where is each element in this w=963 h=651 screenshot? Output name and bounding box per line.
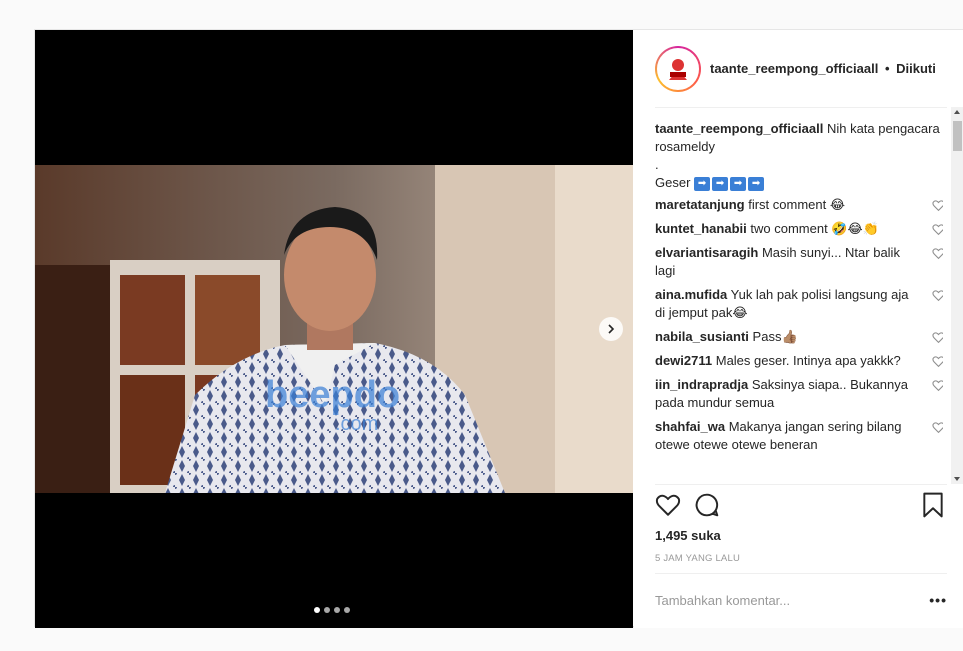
carousel-indicator — [314, 607, 350, 613]
header-separator: • — [884, 61, 890, 76]
comment-username[interactable]: iin_indrapradja — [655, 377, 748, 392]
comment-button[interactable] — [694, 492, 720, 523]
carousel-dot — [334, 607, 340, 613]
heart-icon — [932, 224, 943, 236]
like-comment-button[interactable] — [932, 331, 943, 349]
heart-icon — [932, 422, 943, 434]
comment-item: shahfai_wa Makanya jangan sering bilang … — [655, 418, 943, 454]
chevron-right-icon — [608, 324, 615, 334]
add-comment-area: Tambahkan komentar... ••• — [655, 585, 947, 615]
heart-icon — [932, 290, 943, 302]
like-comment-button[interactable] — [932, 289, 943, 307]
post-sidebar: taante_reempong_officiaall • Diikuti taa… — [634, 30, 963, 628]
like-comment-button[interactable] — [932, 379, 943, 397]
arrow-right-emoji-icon: ➡ — [730, 176, 747, 191]
post-container: beepdo .com taante_reempong_officiaall •… — [34, 29, 963, 628]
comment-username[interactable]: maretatanjung — [655, 197, 745, 212]
comment-username[interactable]: aina.mufida — [655, 287, 727, 302]
comment-input-divider — [655, 573, 947, 574]
comment-text: two comment 🤣😂👏 — [750, 221, 879, 236]
comment-item: aina.mufida Yuk lah pak polisi langsung … — [655, 286, 943, 322]
heart-icon — [932, 332, 943, 344]
header-divider — [655, 107, 947, 108]
comment-icon — [695, 493, 719, 517]
add-comment-input[interactable]: Tambahkan komentar... — [655, 593, 790, 608]
post-header: taante_reempong_officiaall • Diikuti — [634, 30, 963, 107]
video-still: beepdo .com — [35, 165, 633, 493]
heart-icon — [932, 200, 943, 212]
header-text: taante_reempong_officiaall • Diikuti — [710, 61, 936, 76]
next-slide-button[interactable] — [599, 317, 623, 341]
heart-icon — [932, 356, 943, 368]
comment-text: Males geser. Intinya apa yakkk? — [715, 353, 901, 368]
comment-text: first comment 😂 — [748, 197, 846, 212]
like-comment-button[interactable] — [932, 421, 943, 439]
follow-status-button[interactable]: Diikuti — [896, 61, 936, 76]
comments-list[interactable]: taante_reempong_officiaall Nih kata peng… — [655, 120, 943, 484]
comment-item: kuntet_hanabii two comment 🤣😂👏 — [655, 220, 943, 238]
header-username[interactable]: taante_reempong_officiaall — [710, 61, 878, 76]
like-button[interactable] — [655, 492, 681, 523]
media-area[interactable]: beepdo .com — [35, 30, 633, 628]
heart-icon — [932, 380, 943, 392]
carousel-dot — [344, 607, 350, 613]
profile-picture-icon — [662, 52, 694, 85]
svg-text:.com: .com — [335, 413, 378, 435]
comment-username[interactable]: dewi2711 — [655, 353, 712, 368]
like-comment-button[interactable] — [932, 223, 943, 241]
svg-text:beepdo: beepdo — [265, 374, 400, 416]
heart-icon — [932, 248, 943, 260]
video-frame[interactable]: beepdo .com — [35, 165, 633, 493]
caption-username[interactable]: taante_reempong_officiaall — [655, 121, 823, 136]
more-options-button[interactable]: ••• — [929, 592, 947, 608]
like-comment-button[interactable] — [932, 355, 943, 373]
comment-text: Pass👍🏽 — [752, 329, 798, 344]
carousel-dot — [324, 607, 330, 613]
bookmark-icon — [923, 492, 943, 518]
caption-line2: . — [655, 157, 659, 172]
carousel-dot-active — [314, 607, 320, 613]
like-comment-button[interactable] — [932, 247, 943, 265]
scroll-up-icon[interactable] — [954, 110, 960, 114]
like-comment-button[interactable] — [932, 199, 943, 217]
comments-scrollbar[interactable] — [951, 107, 963, 484]
caption-line3: Geser — [655, 175, 691, 190]
arrow-right-emoji-icon: ➡ — [712, 176, 729, 191]
likes-count[interactable]: 1,495 suka — [655, 528, 721, 543]
post-timestamp[interactable]: 5 JAM YANG LALU — [655, 553, 740, 564]
comment-username[interactable]: elvariantisaragih — [655, 245, 758, 260]
comment-username[interactable]: shahfai_wa — [655, 419, 725, 434]
comment-item: dewi2711 Males geser. Intinya apa yakkk? — [655, 352, 943, 370]
avatar[interactable] — [655, 45, 701, 92]
comment-item: elvariantisaragih Masih sunyi... Ntar ba… — [655, 244, 943, 280]
bookmark-button[interactable] — [921, 492, 945, 523]
comment-username[interactable]: nabila_susianti — [655, 329, 749, 344]
action-bar — [655, 492, 947, 520]
comment-item: nabila_susianti Pass👍🏽 — [655, 328, 943, 346]
arrow-right-emoji-icon: ➡ — [694, 176, 711, 191]
scroll-down-icon[interactable] — [954, 477, 960, 481]
actions-divider — [655, 484, 947, 485]
comment-username[interactable]: kuntet_hanabii — [655, 221, 747, 236]
heart-icon — [655, 494, 681, 516]
comment-item: iin_indrapradja Saksinya siapa.. Bukanny… — [655, 376, 943, 412]
scroll-thumb[interactable] — [953, 121, 962, 151]
arrow-right-emoji-icon: ➡ — [748, 176, 765, 191]
comment-item: maretatanjung first comment 😂 — [655, 196, 943, 214]
post-caption: taante_reempong_officiaall Nih kata peng… — [655, 120, 943, 192]
